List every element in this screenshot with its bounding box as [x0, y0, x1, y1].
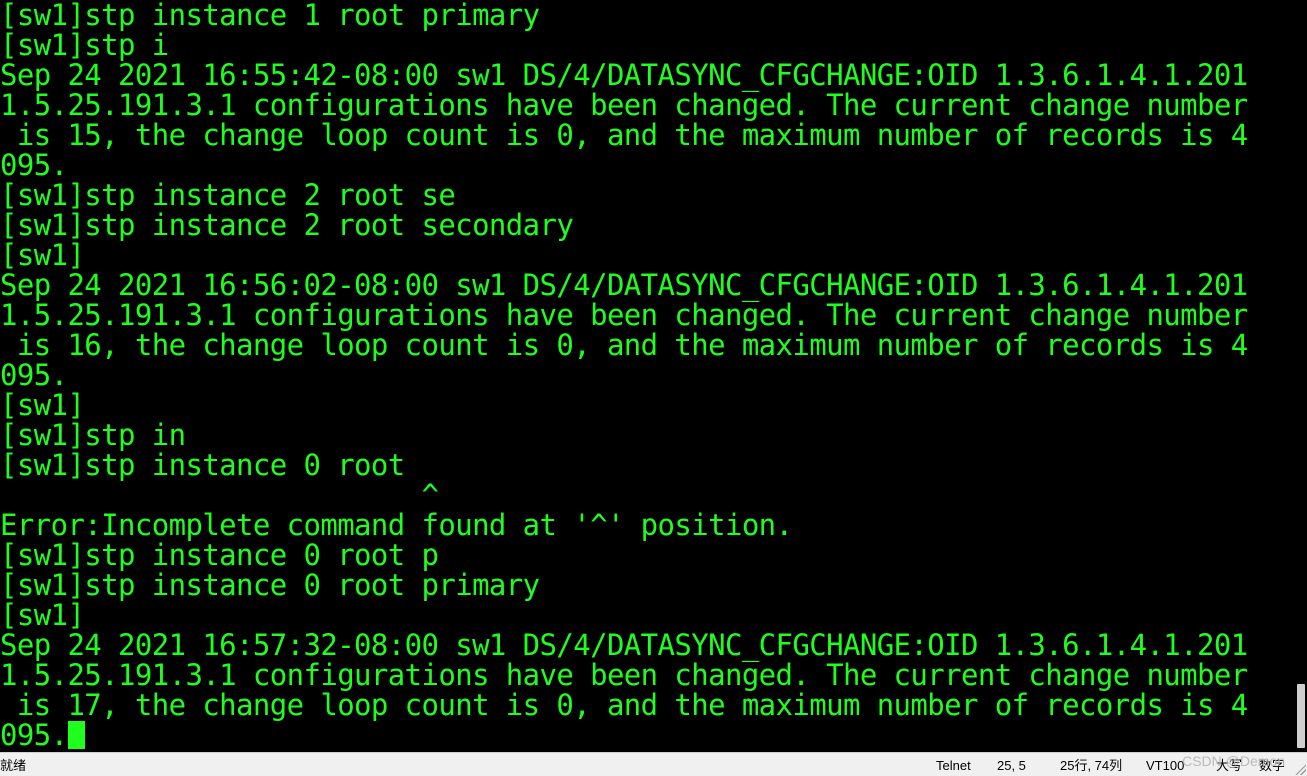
terminal-line: [sw1]stp instance 0 root p — [0, 538, 439, 572]
status-protocol: Telnet — [936, 758, 971, 773]
watermark: CSDN @Demon — [1182, 753, 1285, 769]
terminal-line-caret-marker: ^ — [0, 478, 439, 512]
terminal-line: [sw1]stp instance 2 root secondary — [0, 208, 574, 242]
status-cursor-position: 25, 5 — [997, 758, 1026, 773]
terminal-line: 1.5.25.191.3.1 configurations have been … — [0, 658, 1248, 692]
terminal-line: Sep 24 2021 16:56:02-08:00 sw1 DS/4/DATA… — [0, 268, 1248, 302]
terminal-line: [sw1] — [0, 598, 85, 632]
terminal-last-line: 095. — [0, 718, 86, 752]
terminal-line: 1.5.25.191.3.1 configurations have been … — [0, 88, 1248, 122]
terminal-screen[interactable]: [sw1]stp instance 1 root primary [sw1]st… — [0, 0, 1294, 752]
resize-grip-icon[interactable] — [1294, 763, 1306, 775]
terminal-line: is 16, the change loop count is 0, and t… — [0, 328, 1248, 362]
terminal-line: is 15, the change loop count is 0, and t… — [0, 118, 1248, 152]
terminal-line: [sw1]stp instance 0 root primary — [0, 568, 540, 602]
terminal-line: [sw1] — [0, 388, 85, 422]
text-cursor — [68, 721, 86, 749]
status-ready: 就绪 — [0, 758, 27, 773]
terminal-line: 095. — [0, 358, 68, 392]
terminal-line-text: 095. — [0, 718, 68, 752]
terminal-line: Sep 24 2021 16:57:32-08:00 sw1 DS/4/DATA… — [0, 628, 1248, 662]
scrollbar-thumb[interactable] — [1297, 684, 1305, 748]
terminal-line: 095. — [0, 148, 68, 182]
terminal-line: Sep 24 2021 16:55:42-08:00 sw1 DS/4/DATA… — [0, 58, 1248, 92]
terminal-line: 1.5.25.191.3.1 configurations have been … — [0, 298, 1248, 332]
terminal-line: [sw1]stp i — [0, 28, 169, 62]
status-row-col: 25行, 74列 — [1060, 758, 1123, 773]
terminal-window: [sw1]stp instance 1 root primary [sw1]st… — [0, 0, 1307, 776]
terminal-line: [sw1]stp instance 2 root se — [0, 178, 456, 212]
terminal-line: [sw1]stp in — [0, 418, 186, 452]
vertical-scrollbar[interactable] — [1294, 0, 1307, 752]
terminal-line: [sw1] — [0, 238, 85, 272]
status-bar: 就绪 Telnet 25, 5 25行, 74列 VT100 大写 数字 CSD… — [0, 752, 1307, 776]
terminal-line-error: Error:Incomplete command found at '^' po… — [0, 508, 793, 542]
terminal-line: [sw1]stp instance 1 root primary — [0, 0, 540, 32]
terminal-line: [sw1]stp instance 0 root — [0, 448, 405, 482]
status-emulation: VT100 — [1146, 758, 1185, 773]
terminal-line: is 17, the change loop count is 0, and t… — [0, 688, 1248, 722]
